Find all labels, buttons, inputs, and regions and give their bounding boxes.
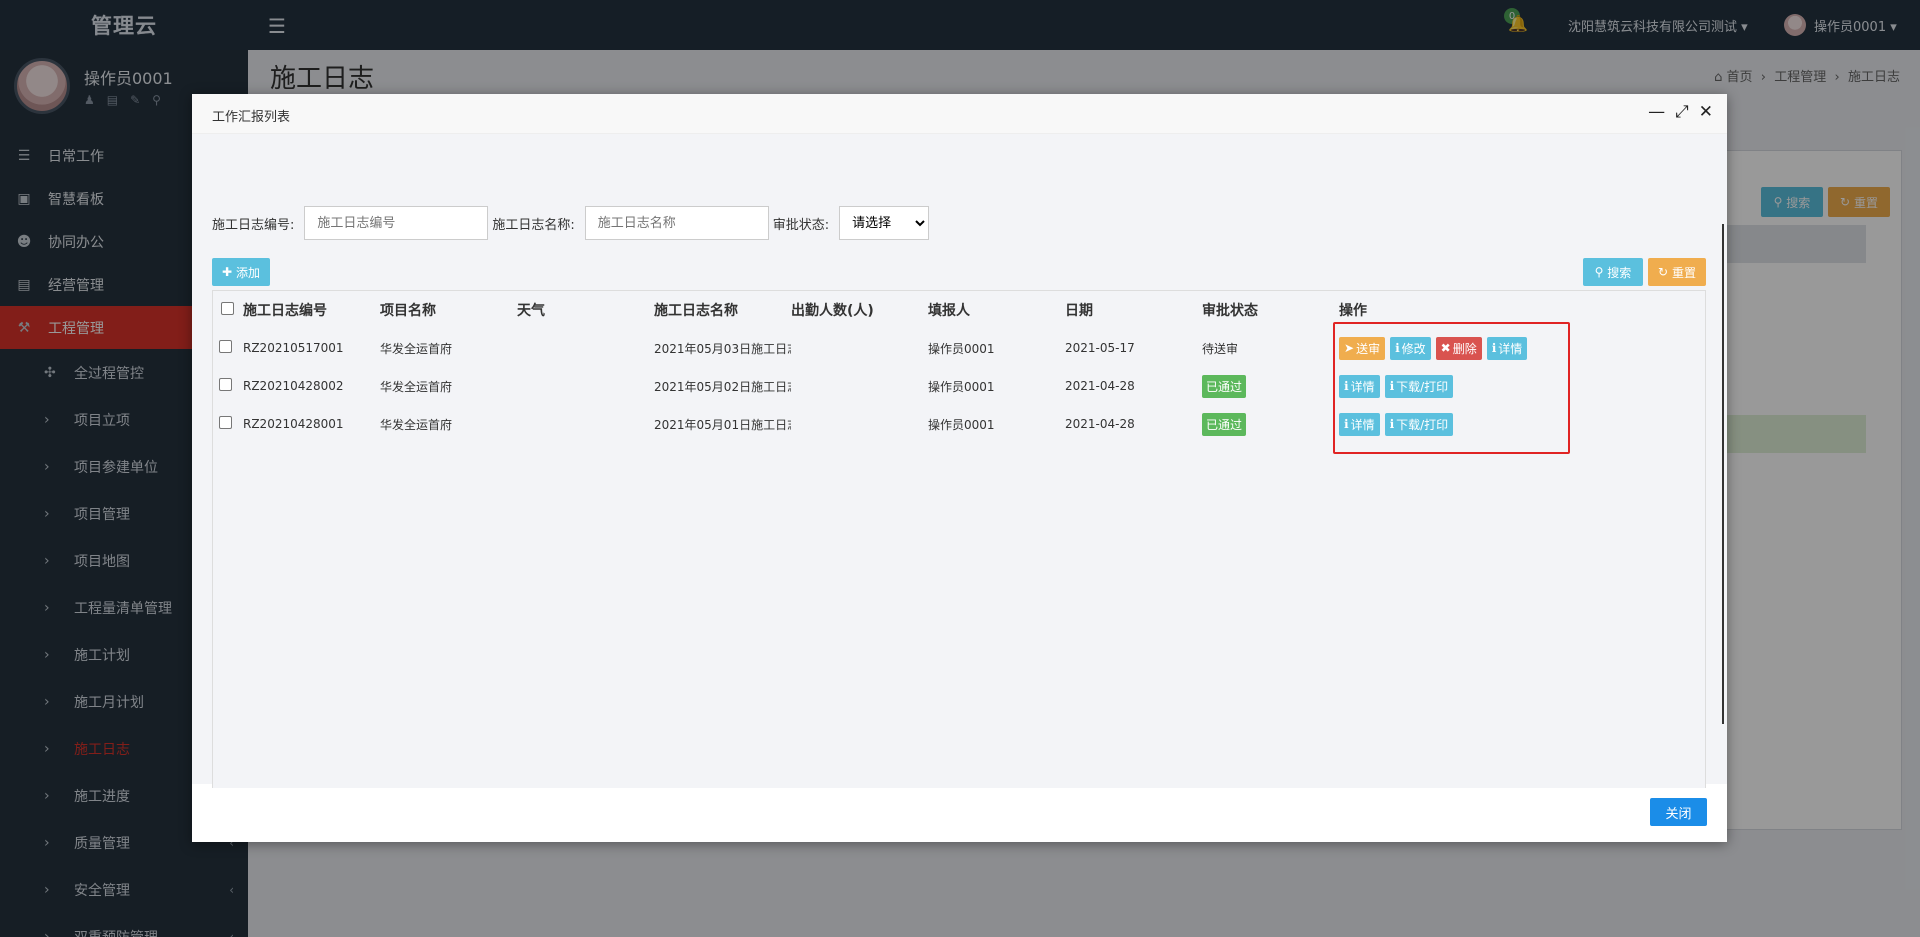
cell-weather bbox=[517, 405, 654, 443]
reset-button[interactable]: ↻ 重置 bbox=[1648, 258, 1706, 286]
maximize-icon[interactable]: ⤢ bbox=[1675, 102, 1689, 122]
col-reporter: 填报人 bbox=[928, 291, 1065, 329]
cell-date: 2021-04-28 bbox=[1065, 417, 1135, 431]
code-filter-label: 施工日志编号: bbox=[212, 217, 295, 233]
modal-footer: 关闭 bbox=[192, 788, 1727, 842]
col-status: 审批状态 bbox=[1202, 291, 1339, 329]
search-icon: ⚲ bbox=[1594, 265, 1604, 279]
row-checkbox[interactable] bbox=[219, 378, 232, 391]
cell-code: RZ20210428001 bbox=[243, 417, 344, 431]
cell-log-name: 2021年05月01日施工日志 bbox=[654, 417, 791, 432]
minimize-icon[interactable]: — bbox=[1648, 102, 1665, 122]
row-checkbox[interactable] bbox=[219, 416, 232, 429]
cell-project: 华发全运首府 bbox=[380, 417, 453, 432]
cell-weather bbox=[517, 367, 654, 405]
cell-code: RZ20210517001 bbox=[243, 341, 344, 355]
status-badge: 已通过 bbox=[1202, 412, 1247, 436]
refresh-icon: ↻ bbox=[1658, 265, 1669, 279]
col-attendance: 出勤人数(人) bbox=[791, 291, 928, 329]
modal-title: 工作汇报列表 bbox=[212, 110, 291, 125]
cell-project: 华发全运首府 bbox=[380, 379, 453, 394]
row-checkbox[interactable] bbox=[219, 340, 232, 353]
cell-reporter: 操作员0001 bbox=[928, 341, 995, 356]
col-log-name: 施工日志名称 bbox=[654, 291, 791, 329]
plus-icon: ✚ bbox=[222, 265, 233, 279]
name-filter-input[interactable] bbox=[584, 206, 769, 240]
actions-highlight-box bbox=[1333, 322, 1570, 454]
modal-body: 施工日志编号: 施工日志名称: 审批状态: 请选择 ✚ 添加 ⚲ 搜索 ↻ 重置… bbox=[192, 134, 1727, 790]
cell-date: 2021-05-17 bbox=[1065, 341, 1135, 355]
name-filter-label: 施工日志名称: bbox=[492, 217, 575, 233]
close-button[interactable]: 关闭 bbox=[1650, 798, 1707, 826]
close-icon[interactable]: ✕ bbox=[1699, 102, 1713, 122]
cell-reporter: 操作员0001 bbox=[928, 417, 995, 432]
col-code: 施工日志编号 bbox=[243, 291, 380, 329]
search-button[interactable]: ⚲ 搜索 bbox=[1583, 258, 1643, 286]
col-weather: 天气 bbox=[517, 291, 654, 329]
cell-code: RZ20210428002 bbox=[243, 379, 344, 393]
select-all-checkbox[interactable] bbox=[221, 301, 234, 315]
cell-log-name: 2021年05月02日施工日志 bbox=[654, 379, 791, 394]
add-button[interactable]: ✚ 添加 bbox=[212, 258, 270, 286]
cell-attendance bbox=[791, 405, 928, 443]
work-report-modal: 工作汇报列表 — ⤢ ✕ 施工日志编号: 施工日志名称: 审批状态: 请选择 ✚… bbox=[192, 94, 1727, 842]
cell-attendance bbox=[791, 367, 928, 405]
code-filter-input[interactable] bbox=[304, 206, 489, 240]
cell-date: 2021-04-28 bbox=[1065, 379, 1135, 393]
status-text: 待送审 bbox=[1202, 341, 1239, 356]
status-filter-label: 审批状态: bbox=[772, 217, 830, 233]
cell-project: 华发全运首府 bbox=[380, 341, 453, 356]
status-badge: 已通过 bbox=[1202, 374, 1247, 398]
cell-reporter: 操作员0001 bbox=[928, 379, 995, 394]
cell-attendance bbox=[791, 329, 928, 367]
cell-log-name: 2021年05月03日施工日志 bbox=[654, 341, 791, 356]
modal-header: 工作汇报列表 — ⤢ ✕ bbox=[192, 94, 1727, 134]
status-filter-select[interactable]: 请选择 bbox=[839, 206, 930, 240]
cell-weather bbox=[517, 329, 654, 367]
col-date: 日期 bbox=[1065, 291, 1202, 329]
filter-row: 施工日志编号: 施工日志名称: 审批状态: 请选择 bbox=[212, 206, 930, 240]
scrollbar[interactable] bbox=[1722, 224, 1724, 724]
col-project: 项目名称 bbox=[380, 291, 517, 329]
